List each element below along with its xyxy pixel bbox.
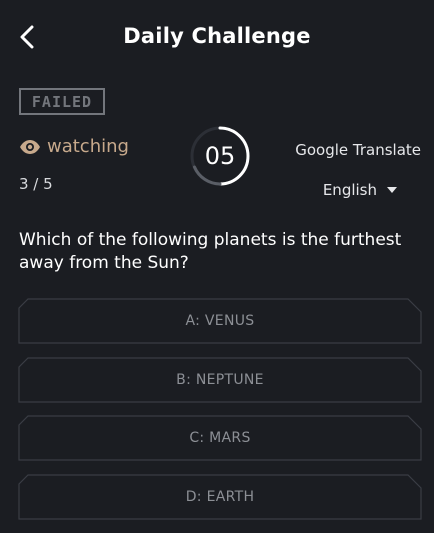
answer-option-d[interactable]: D: EARTH (18, 474, 422, 520)
google-translate-label: Google Translate (295, 141, 421, 159)
daily-challenge-screen: Daily Challenge FAILED watching 3 / 5 05… (0, 0, 434, 533)
option-label: B: NEPTUNE (176, 372, 264, 388)
answer-option-a[interactable]: A: VENUS (18, 298, 422, 344)
countdown-timer: 05 (188, 124, 252, 188)
question-text: Which of the following planets is the fu… (19, 230, 402, 273)
page-title: Daily Challenge (123, 24, 311, 48)
caret-down-icon (387, 187, 397, 193)
option-label: D: EARTH (185, 489, 255, 505)
language-value: English (322, 181, 377, 199)
timer-value: 05 (204, 142, 236, 170)
option-label: C: MARS (189, 430, 251, 446)
failed-stamp: FAILED (19, 88, 105, 115)
answer-option-b[interactable]: B: NEPTUNE (18, 357, 422, 403)
option-label: A: VENUS (185, 313, 255, 329)
answer-option-c[interactable]: C: MARS (18, 415, 422, 461)
watching-label: watching (47, 136, 129, 157)
question-progress: 3 / 5 (19, 175, 53, 193)
eye-icon (19, 139, 41, 155)
header: Daily Challenge (0, 0, 434, 72)
watching-indicator: watching (19, 136, 129, 157)
language-select[interactable]: English (323, 181, 397, 199)
